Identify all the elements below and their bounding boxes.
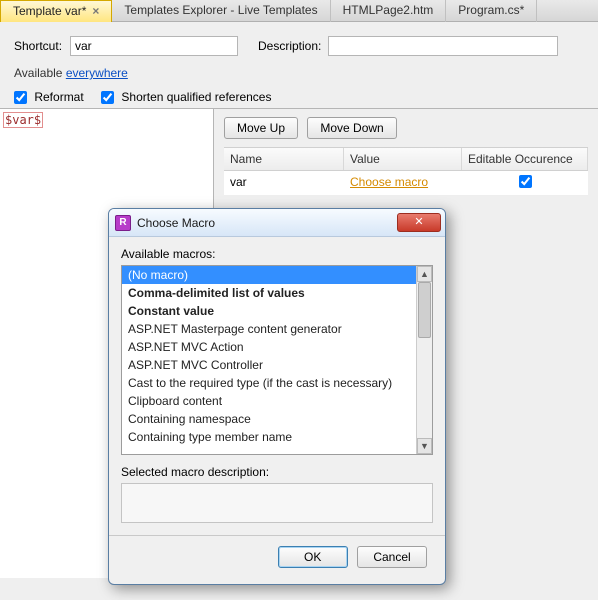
dialog-title: Choose Macro (137, 216, 397, 230)
shorten-text: Shorten qualified references (121, 90, 271, 104)
description-label: Description: (258, 39, 328, 53)
tab[interactable]: Program.cs* (446, 0, 537, 22)
resharper-icon: R (115, 215, 131, 231)
tab[interactable]: Template var*× (0, 0, 112, 22)
description-input[interactable] (328, 36, 558, 56)
shorten-checkbox-label[interactable]: Shorten qualified references (101, 90, 271, 104)
list-item[interactable]: Constant value (122, 302, 416, 320)
cell-name: var (224, 171, 344, 195)
reformat-checkbox-label[interactable]: Reformat (14, 90, 87, 104)
move-down-button[interactable]: Move Down (307, 117, 396, 139)
list-item[interactable]: ASP.NET MVC Controller (122, 356, 416, 374)
list-item[interactable]: Containing type member name (122, 428, 416, 446)
list-item[interactable]: ASP.NET MVC Action (122, 338, 416, 356)
grid-header-name: Name (224, 148, 344, 170)
dialog-titlebar[interactable]: R Choose Macro ✕ (109, 209, 445, 237)
variable-token[interactable]: $var$ (3, 112, 43, 128)
choose-macro-dialog: R Choose Macro ✕ Available macros: (No m… (108, 208, 446, 585)
ok-button[interactable]: OK (278, 546, 348, 568)
reformat-text: Reformat (34, 90, 83, 104)
shortcut-label: Shortcut: (14, 39, 70, 53)
list-item[interactable]: Clipboard content (122, 392, 416, 410)
close-tab-icon[interactable]: × (92, 4, 99, 18)
editable-checkbox[interactable] (519, 175, 532, 188)
shortcut-input[interactable] (70, 36, 238, 56)
list-item[interactable]: ASP.NET Masterpage content generator (122, 320, 416, 338)
scroll-down-icon[interactable]: ▼ (417, 438, 432, 454)
available-macros-label: Available macros: (121, 247, 433, 261)
list-item[interactable]: Comma-delimited list of values (122, 284, 416, 302)
cell-editable (462, 171, 588, 195)
variables-grid: Name Value Editable Occurence var Choose … (224, 147, 588, 196)
list-item[interactable]: Cast to the required type (if the cast i… (122, 374, 416, 392)
selected-desc-box (121, 483, 433, 523)
shorten-checkbox[interactable] (101, 91, 114, 104)
tab-bar: Template var*×Templates Explorer - Live … (0, 0, 598, 22)
tab[interactable]: Templates Explorer - Live Templates (112, 0, 330, 22)
move-up-button[interactable]: Move Up (224, 117, 298, 139)
available-label: Available (14, 66, 62, 80)
reformat-checkbox[interactable] (14, 91, 27, 104)
cancel-button[interactable]: Cancel (357, 546, 427, 568)
scroll-thumb[interactable] (418, 282, 431, 338)
grid-header-value: Value (344, 148, 462, 170)
grid-header-editable: Editable Occurence (462, 148, 588, 170)
choose-macro-link[interactable]: Choose macro (350, 175, 428, 189)
tab[interactable]: HTMLPage2.htm (331, 0, 447, 22)
template-form: Shortcut: Description: Available everywh… (0, 22, 598, 108)
list-item[interactable]: (No macro) (122, 266, 416, 284)
table-row[interactable]: var Choose macro (224, 171, 588, 196)
available-scope-link[interactable]: everywhere (66, 66, 128, 80)
listbox-scrollbar[interactable]: ▲ ▼ (416, 266, 432, 454)
list-item[interactable]: Containing namespace (122, 410, 416, 428)
scroll-up-icon[interactable]: ▲ (417, 266, 432, 282)
macros-listbox[interactable]: (No macro)Comma-delimited list of values… (121, 265, 433, 455)
selected-desc-label: Selected macro description: (121, 465, 433, 479)
cell-value: Choose macro (344, 171, 462, 195)
dialog-close-button[interactable]: ✕ (397, 213, 441, 232)
